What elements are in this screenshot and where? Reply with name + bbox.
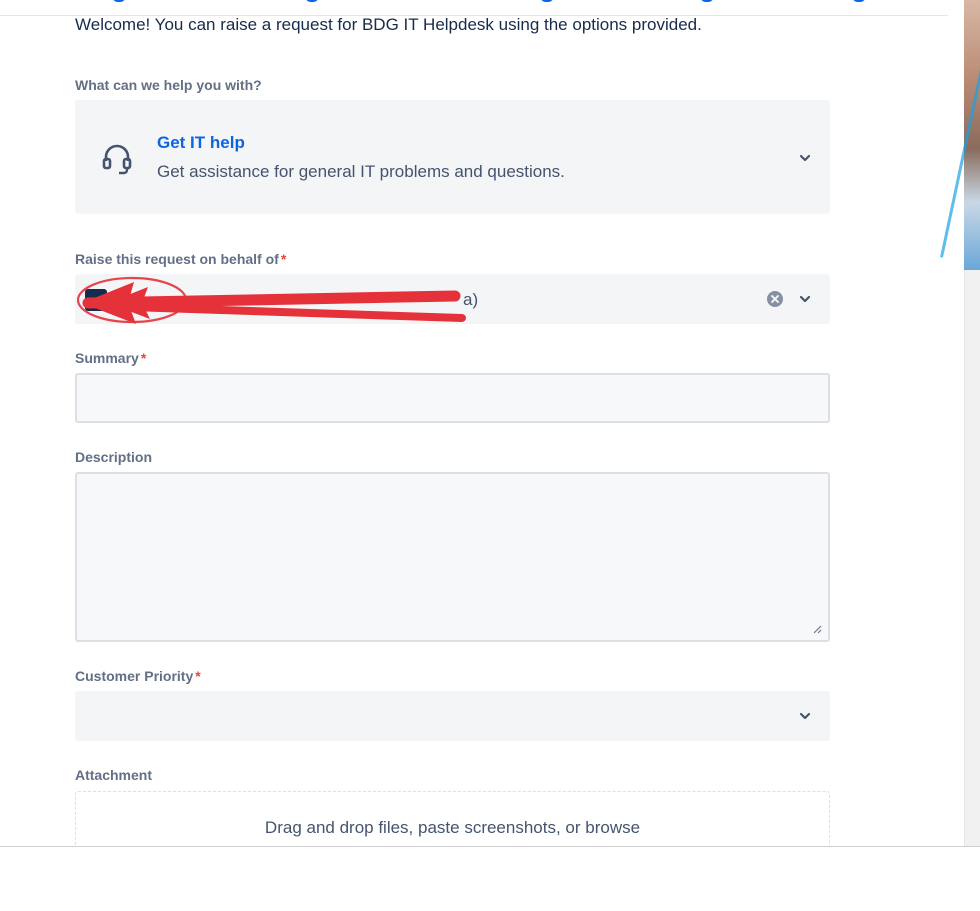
request-type-selector[interactable]: Get IT help Get assistance for general I… [75, 100, 830, 214]
page-gutter [948, 0, 964, 846]
nav-icon-fragment [305, 0, 319, 2]
headset-icon [102, 144, 132, 175]
behalf-label: Raise this request on behalf of * [75, 251, 286, 267]
chevron-down-icon[interactable] [798, 709, 812, 723]
avatar [85, 289, 107, 311]
description-textarea[interactable] [75, 472, 830, 642]
nav-icon-fragment [852, 0, 866, 2]
priority-label: Customer Priority * [75, 668, 201, 684]
attachment-label: Attachment [75, 767, 153, 783]
request-type-description: Get assistance for general IT problems a… [157, 162, 565, 181]
help-label: What can we help you with? [75, 77, 262, 93]
nav-icon-fragment [112, 0, 126, 2]
blank-area [0, 846, 980, 911]
behalf-select[interactable]: a) [75, 274, 830, 324]
summary-input[interactable] [75, 373, 830, 423]
required-asterisk: * [195, 668, 201, 684]
description-label: Description [75, 449, 153, 465]
priority-select[interactable] [75, 691, 830, 741]
clear-icon[interactable] [767, 291, 783, 307]
chevron-down-icon[interactable] [798, 292, 812, 306]
summary-label: Summary * [75, 350, 146, 366]
chevron-down-icon[interactable] [798, 151, 812, 165]
request-type-title[interactable]: Get IT help [157, 133, 245, 153]
behalf-select-value: a) [463, 290, 479, 309]
welcome-message: Welcome! You can raise a request for BDG… [75, 15, 702, 34]
required-asterisk: * [280, 251, 287, 267]
top-navigation-cutoff [0, 0, 964, 16]
behalf-label-text: Raise this request on behalf of [75, 251, 279, 267]
summary-label-text: Summary [75, 350, 139, 366]
nav-icon-fragment [540, 0, 554, 2]
resize-handle-icon[interactable] [812, 624, 822, 634]
nav-icon-fragment [700, 0, 714, 2]
attachment-dropzone[interactable]: Drag and drop files, paste screenshots, … [75, 791, 830, 846]
attachment-hint[interactable]: Drag and drop files, paste screenshots, … [76, 818, 829, 838]
required-asterisk: * [140, 350, 147, 366]
priority-label-text: Customer Priority [75, 668, 194, 684]
request-form-page: Welcome! You can raise a request for BDG… [0, 0, 980, 846]
side-image [940, 0, 980, 270]
